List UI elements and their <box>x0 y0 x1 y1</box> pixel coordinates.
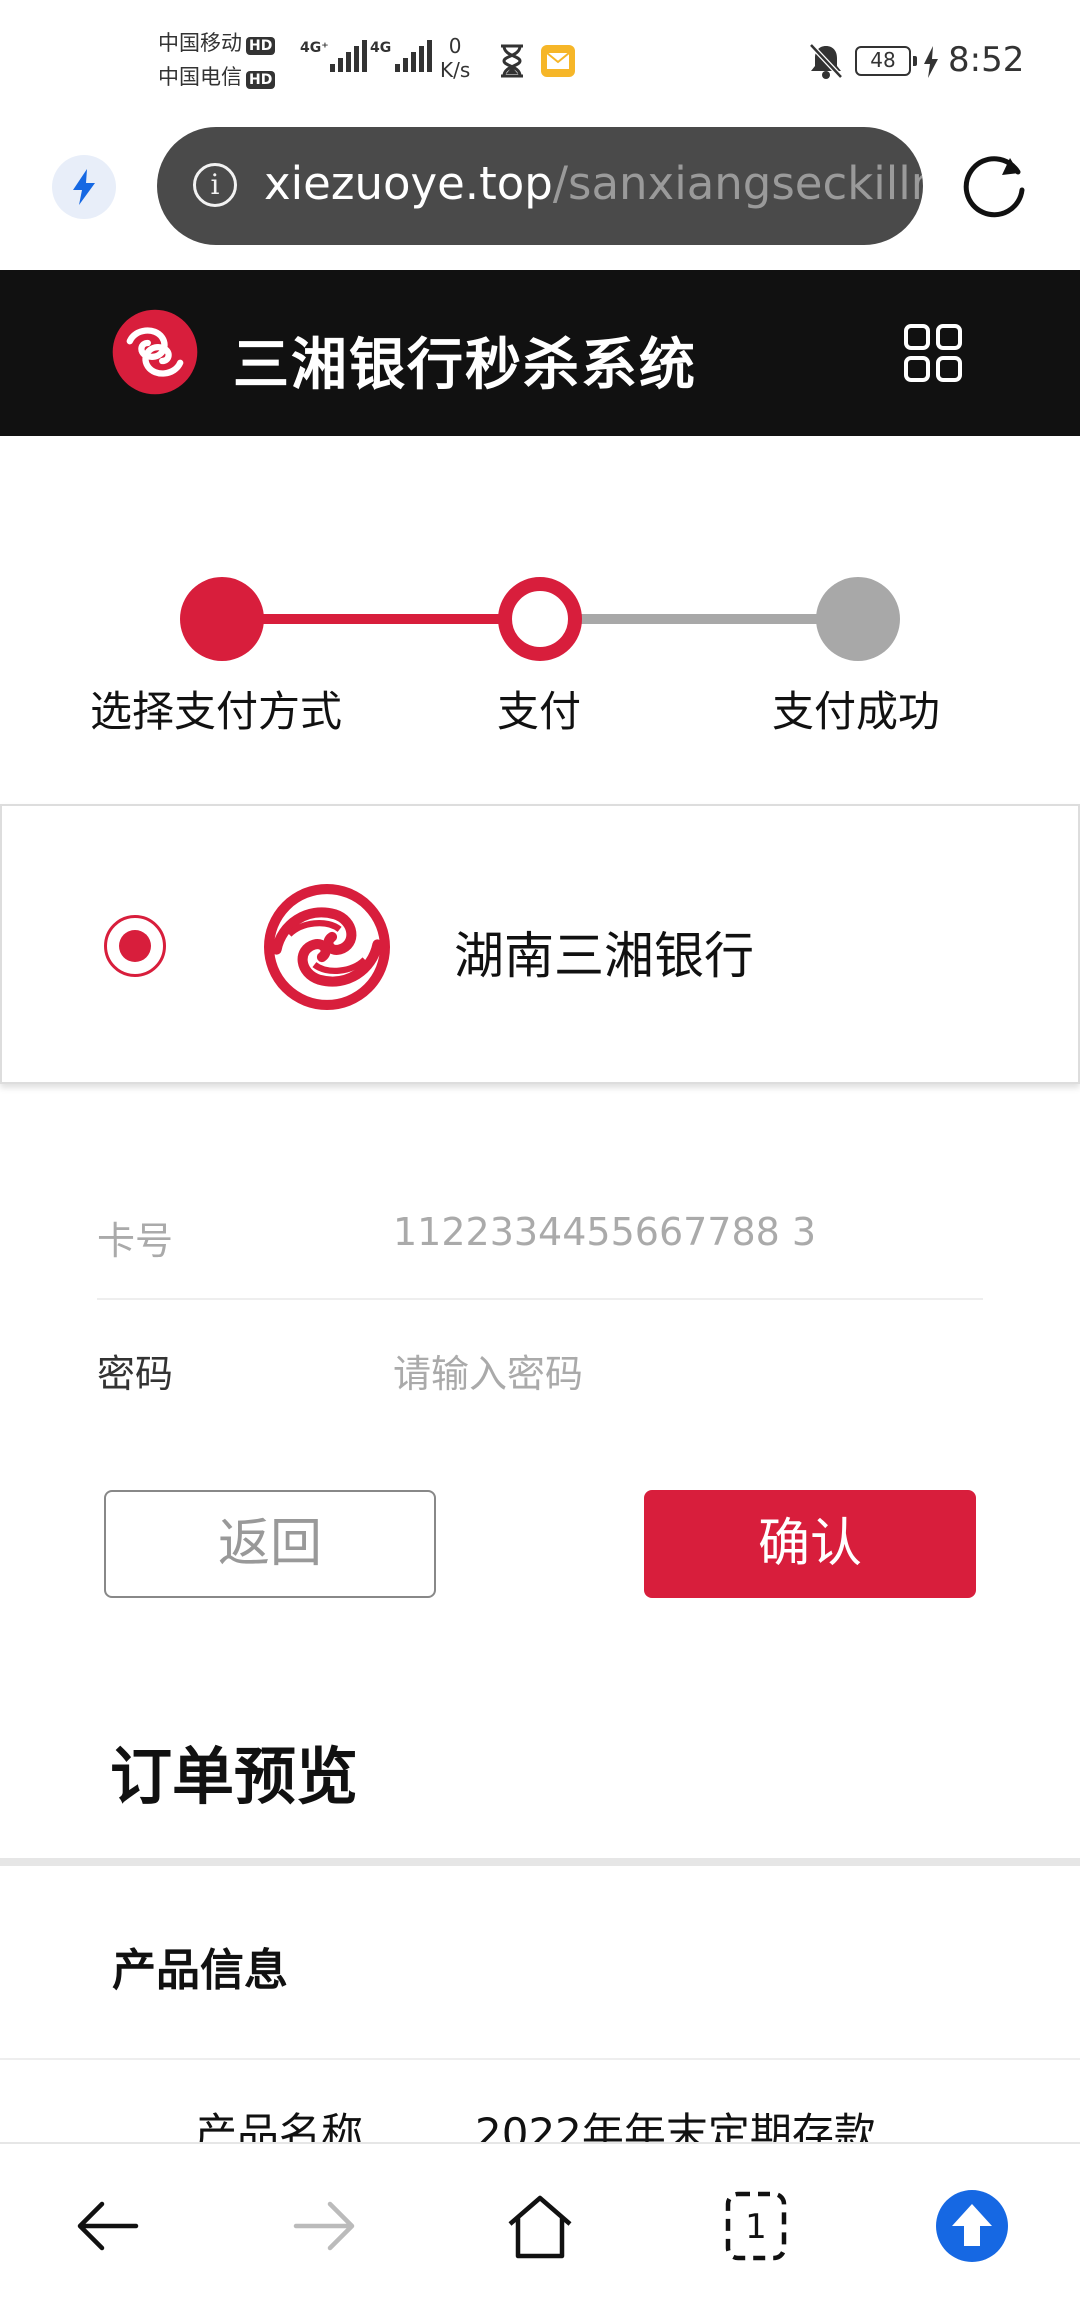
charging-bolt-icon <box>924 46 938 78</box>
network-type-2: 4G <box>370 40 392 56</box>
card-number-label: 卡号 <box>97 1219 174 1263</box>
step-dot-pending <box>816 577 900 661</box>
payment-method-card[interactable]: 湖南三湘银行 <box>0 804 1080 1084</box>
step-label-success: 支付成功 <box>772 687 941 736</box>
back-button[interactable]: 返回 <box>104 1490 436 1598</box>
info-divider <box>0 2058 1080 2060</box>
lightning-icon <box>73 169 95 205</box>
url-text: xiezuoye.top/sanxiangseckilln <box>264 157 923 210</box>
carrier-1: 中国移动 HD <box>158 30 276 56</box>
carrier-2: 中国电信 HD <box>158 64 276 90</box>
hd-badge: HD <box>246 37 276 55</box>
password-label: 密码 <box>97 1352 174 1396</box>
order-preview-title: 订单预览 <box>110 1740 359 1813</box>
carrier-1-label: 中国移动 <box>158 31 242 55</box>
upload-arrow-icon[interactable] <box>934 2188 1010 2264</box>
browser-bottom-nav: 1 <box>0 2142 1080 2310</box>
speed-unit: K/s <box>440 58 471 82</box>
hourglass-icon <box>501 44 523 78</box>
status-bar: 中国移动 HD 中国电信 HD 4G⁺ 4G 0 K/s 48 8:52 <box>0 0 1080 120</box>
step-connector-pending <box>540 614 858 624</box>
quick-action-button[interactable] <box>52 155 116 219</box>
bank-logo-icon <box>264 884 390 1010</box>
speed-value: 0 <box>448 34 462 58</box>
section-divider <box>0 1858 1080 1866</box>
url-path: /sanxiangseckilln <box>552 157 923 210</box>
form-divider <box>97 1298 983 1300</box>
forward-arrow-icon[interactable] <box>286 2188 362 2264</box>
network-speed: 0 K/s <box>440 34 470 82</box>
step-dot-current <box>498 577 582 661</box>
back-arrow-icon[interactable] <box>70 2188 146 2264</box>
step-label-pay: 支付 <box>497 687 582 736</box>
bank-logo-icon[interactable] <box>110 307 200 397</box>
step-label-select-method: 选择支付方式 <box>90 687 343 736</box>
confirm-button[interactable]: 确认 <box>644 1490 976 1598</box>
browser-toolbar: i xiezuoye.top/sanxiangseckilln <box>0 120 1080 270</box>
password-field[interactable]: 请输入密码 <box>393 1343 583 1398</box>
tabs-icon[interactable]: 1 <box>718 2188 794 2264</box>
home-icon[interactable] <box>502 2188 578 2264</box>
signal-1-icon <box>330 40 367 72</box>
reload-icon[interactable] <box>960 150 1030 220</box>
network-type-1: 4G⁺ <box>300 40 329 56</box>
mute-bell-icon <box>809 43 843 79</box>
bank-name: 湖南三湘银行 <box>454 927 754 985</box>
step-connector-done <box>222 614 540 624</box>
menu-grid-icon[interactable] <box>903 323 963 383</box>
step-dot-done <box>180 577 264 661</box>
site-title: 三湘银行秒杀系统 <box>233 333 697 398</box>
site-info-icon[interactable]: i <box>193 163 237 207</box>
mail-notification-icon <box>541 45 575 77</box>
battery-indicator: 48 <box>855 46 917 76</box>
signal-2-icon <box>395 40 432 72</box>
carrier-2-label: 中国电信 <box>158 65 242 89</box>
address-bar[interactable]: i xiezuoye.top/sanxiangseckilln <box>157 127 923 245</box>
hd-badge: HD <box>246 71 276 89</box>
svg-text:1: 1 <box>745 2207 767 2247</box>
product-info-title: 产品信息 <box>112 1945 288 1996</box>
clock-time: 8:52 <box>948 40 1025 80</box>
card-number-field[interactable]: 1122334455667788 3 <box>393 1210 816 1254</box>
url-domain: xiezuoye.top <box>264 157 553 210</box>
payment-method-radio[interactable] <box>104 915 166 977</box>
site-header: 三湘银行秒杀系统 <box>0 270 1080 436</box>
